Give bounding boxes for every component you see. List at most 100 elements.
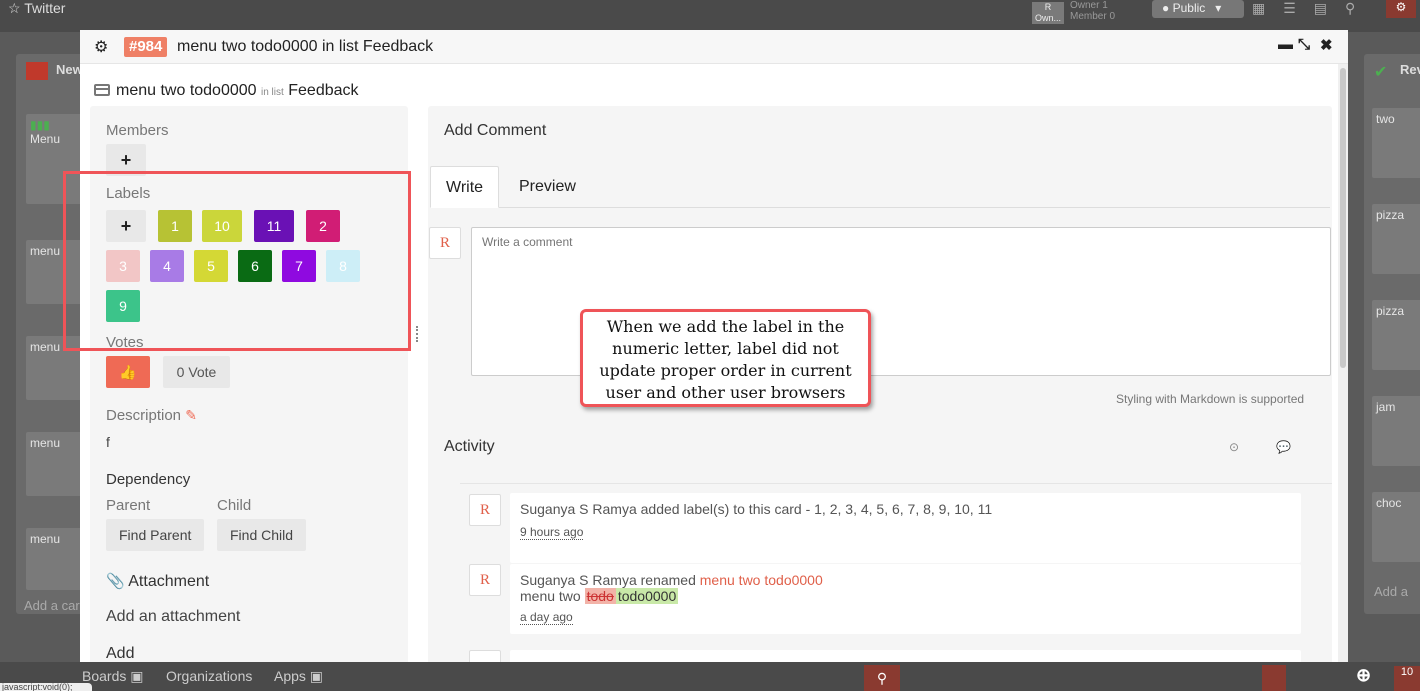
card-number-badge: #984 — [124, 37, 168, 57]
thumbs-up-icon: 👍 — [119, 364, 137, 380]
resize-handle[interactable] — [416, 326, 420, 342]
card-name[interactable]: menu two todo0000 — [116, 82, 257, 99]
card-icon — [94, 84, 110, 96]
nav-boards-label: Boards — [82, 668, 127, 684]
find-parent-button[interactable]: Find Parent — [106, 519, 205, 551]
visibility-button[interactable]: ● Public ▾ — [1152, 0, 1244, 18]
activity-text: Suganya S Ramya renamed menu two todo000… — [520, 572, 1291, 588]
diff-prefix: menu two — [520, 588, 585, 604]
card-title: choc — [1376, 496, 1402, 510]
activity-title: Activity — [444, 438, 495, 455]
pencil-icon[interactable]: ✎ — [185, 407, 197, 423]
list-item[interactable]: jam — [1372, 396, 1420, 466]
add-card-link[interactable]: Add a card — [24, 598, 87, 613]
nav-boards[interactable]: Boards ▣ — [82, 668, 143, 685]
inserted-text: todo0000 — [615, 588, 679, 604]
list-icon — [26, 62, 48, 80]
list-item: Suganya S Ramya added label(s) to this c… — [510, 493, 1301, 563]
card-title: menu — [30, 340, 61, 354]
parent-label: Parent — [106, 497, 151, 514]
description-text[interactable]: f — [106, 434, 110, 450]
modal-scrollbar[interactable] — [1338, 64, 1348, 662]
deleted-text: todo — [584, 588, 616, 604]
list-item[interactable]: pizza — [1372, 204, 1420, 274]
background-list-right: ✔ Rev two pizza pizza jam choc Add a — [1364, 54, 1420, 614]
vote-count: 0 Vote — [163, 356, 230, 388]
attachment-label: Attachment — [128, 573, 210, 590]
owner-avatar-sub: Own... — [1034, 13, 1061, 23]
gear-icon[interactable]: ⚙ — [94, 37, 108, 57]
markdown-note: Styling with Markdown is supported — [1116, 392, 1305, 406]
add-comment-title: Add Comment — [444, 122, 547, 139]
minimize-icon[interactable]: ▬ — [1278, 36, 1293, 53]
check-circle-icon: ✔ — [1374, 64, 1388, 81]
list-title: New — [56, 62, 83, 77]
avatar[interactable]: R — [469, 494, 501, 526]
list-item — [510, 650, 1301, 662]
add-card-link[interactable]: Add a — [1374, 584, 1408, 599]
rename-diff: menu two todo todo0000 — [520, 588, 1291, 604]
owner-avatar[interactable]: R Own... — [1032, 2, 1064, 24]
avatar[interactable]: R — [429, 227, 461, 259]
nav-apps[interactable]: Apps ▣ — [274, 668, 323, 685]
list-title: Rev — [1400, 62, 1420, 77]
add-attachment-link[interactable]: Add an attachment — [106, 608, 240, 626]
tab-write[interactable]: Write — [430, 166, 500, 208]
board-settings-icon[interactable]: ⚙ — [1386, 0, 1416, 18]
divider — [460, 483, 1332, 484]
owner-member-info: Owner 1 Member 0 — [1070, 0, 1115, 22]
nav-organizations[interactable]: Organizations — [166, 668, 252, 684]
collapse-icon[interactable]: ⤡ — [1298, 36, 1310, 53]
list-item[interactable]: choc — [1372, 492, 1420, 562]
member-count: Member 0 — [1070, 11, 1116, 22]
list-item[interactable]: two — [1372, 108, 1420, 178]
add-section-title: Add — [106, 645, 135, 662]
card-title: menu — [30, 532, 61, 546]
in-list-label: in list — [261, 87, 284, 98]
card-title: pizza — [1376, 208, 1405, 222]
activity-text: Suganya S Ramya added label(s) to this c… — [520, 501, 993, 517]
card-title: pizza — [1376, 304, 1405, 318]
list-item[interactable]: pizza — [1372, 300, 1420, 370]
activity-time[interactable]: a day ago — [520, 610, 573, 625]
card-title: menu — [30, 436, 61, 450]
activity-time[interactable]: 9 hours ago — [520, 525, 584, 540]
annotation-highlight-box — [63, 171, 411, 351]
vote-button[interactable]: 👍 — [106, 356, 150, 388]
avatar — [469, 650, 501, 662]
card-title: menu — [30, 244, 61, 258]
board-title-text: Twitter — [24, 0, 66, 16]
view-switcher[interactable]: ▦☰▤⚲ — [1252, 0, 1373, 17]
description-label: Description — [106, 407, 182, 424]
scrollbar-thumb[interactable] — [1340, 68, 1346, 368]
modal-title: menu two todo0000 in list Feedback — [177, 38, 434, 55]
bookmark-icon: ▮▮▮ — [30, 118, 50, 132]
card-title: jam — [1376, 400, 1396, 414]
annotation-callout: When we add the label in the numeric let… — [580, 309, 871, 407]
search-icon[interactable]: ⚲ — [864, 665, 900, 691]
comment-tabs: Write Preview — [430, 166, 1330, 208]
close-icon[interactable]: ✖ — [1320, 36, 1333, 54]
card-link[interactable]: menu two todo0000 — [700, 572, 823, 588]
members-title: Members — [106, 122, 169, 139]
list-name: Feedback — [288, 82, 359, 99]
card-title: two — [1376, 112, 1395, 126]
tab-preview[interactable]: Preview — [504, 166, 591, 208]
list-item: Suganya S Ramya renamed menu two todo000… — [510, 564, 1301, 634]
owner-count: Owner 1 — [1070, 0, 1108, 11]
avatar[interactable]: R — [469, 564, 501, 596]
chat-icon[interactable]: 💬 — [1276, 440, 1291, 454]
owner-avatar-letter: R — [1044, 2, 1052, 12]
clock-icon[interactable]: ⊙ — [1229, 440, 1239, 454]
find-child-button[interactable]: Find Child — [217, 519, 307, 551]
board-title[interactable]: ☆ Twitter — [8, 0, 65, 17]
description-title: Description ✎ — [106, 407, 197, 424]
status-bar: javascript:void(0); — [0, 683, 92, 691]
card-subheader: menu two todo0000 in list Feedback — [94, 82, 359, 100]
add-icon[interactable]: ⊕ — [1356, 665, 1371, 686]
mobile-icon[interactable] — [1262, 665, 1286, 691]
nav-apps-label: Apps — [274, 668, 306, 684]
child-label: Child — [217, 497, 252, 514]
paperclip-icon: 📎 — [106, 573, 125, 590]
notification-badge[interactable]: 10 — [1394, 666, 1420, 691]
